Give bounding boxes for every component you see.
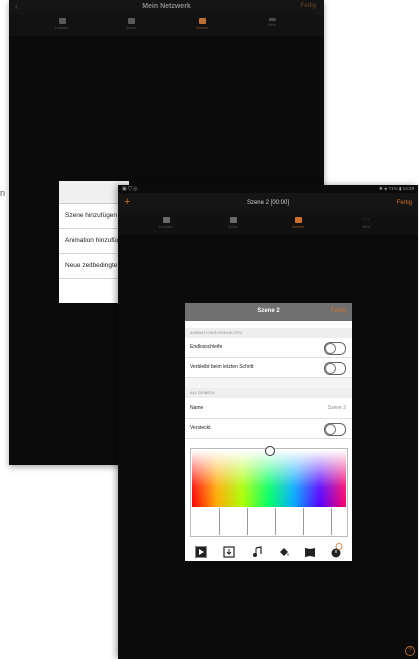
front-title: Szene 2 [00:00]: [246, 200, 290, 206]
front-tab-label: Szene: [228, 225, 238, 229]
status-right-info: ✱ ◈ 71% ▮ 14:29: [379, 186, 414, 191]
front-done-button[interactable]: Fertig: [397, 200, 412, 206]
book-icon[interactable]: [304, 546, 316, 558]
row-stay-last-step: Verbleibt beim letzten Schritt: [185, 358, 352, 378]
front-tab-szene[interactable]: Szene: [198, 217, 268, 229]
scenes-icon: [198, 18, 206, 24]
back-tab-label: Mehr: [268, 23, 276, 27]
status-left-icons: ▣ ⛉ ◎: [122, 186, 138, 192]
section-header-general: ALLGEMEIN: [185, 388, 352, 398]
row-loop: Endlosschleife: [185, 338, 352, 358]
front-tab-szenen[interactable]: Szenen: [263, 217, 333, 229]
back-tab-szene[interactable]: Szene: [101, 18, 161, 30]
import-icon[interactable]: [223, 546, 235, 558]
back-tab-bar: Leuchten Szene Szenen Mehr: [9, 14, 324, 36]
color-swatch[interactable]: [304, 508, 332, 535]
back-done-button[interactable]: Fertig: [301, 3, 316, 9]
side-glyph: n: [0, 188, 6, 198]
color-swatch[interactable]: [248, 508, 276, 535]
color-swatch[interactable]: [332, 508, 346, 535]
loop-label: Endlosschleife: [190, 344, 223, 350]
hidden-toggle[interactable]: [324, 423, 346, 436]
timer-icon[interactable]: [329, 543, 343, 558]
color-spectrum[interactable]: [192, 450, 346, 507]
dialog-header: Szene 2 Fertig: [185, 303, 352, 321]
row-name[interactable]: Name Szene 2: [185, 399, 352, 419]
menu-item-label: Szene hinzufügen: [65, 212, 118, 219]
hidden-label: Versteckt: [190, 425, 211, 431]
paint-bucket-icon[interactable]: [278, 546, 290, 558]
back-tab-leuchten[interactable]: Leuchten: [32, 18, 92, 30]
color-swatch[interactable]: [276, 508, 304, 535]
scene-settings-dialog: Szene 2 Fertig ANIMATIONSVERHALTEN Endlo…: [185, 303, 352, 561]
back-tab-mehr[interactable]: Mehr: [242, 18, 302, 27]
color-picker[interactable]: [190, 446, 348, 537]
front-tab-label: Mehr: [362, 225, 370, 229]
front-tab-label: Leuchten: [158, 225, 174, 229]
status-bar: ▣ ⛉ ◎ ✱ ◈ 71% ▮ 14:29: [118, 185, 418, 193]
back-tab-szenen[interactable]: Szenen: [172, 18, 232, 30]
back-tab-label: Szene: [126, 26, 136, 30]
lamp-icon: [58, 18, 66, 24]
more-icon: [268, 18, 276, 21]
front-tab-leuchten[interactable]: Leuchten: [131, 217, 201, 229]
section-header-animation: ANIMATIONSVERHALTEN: [185, 328, 352, 338]
scene-icon: [127, 18, 135, 24]
back-nav-bar: ‹ Mein Netzwerk Fertig: [9, 0, 324, 14]
more-icon: ···: [362, 216, 370, 223]
dialog-done-button[interactable]: Fertig: [331, 308, 346, 314]
section-gap: [185, 378, 352, 388]
scene-icon: [229, 217, 237, 223]
front-tab-mehr[interactable]: ··· Mehr: [331, 216, 401, 229]
color-swatch[interactable]: [192, 508, 220, 535]
dialog-toolbar: [185, 541, 352, 561]
back-tab-label: Leuchten: [54, 26, 70, 30]
front-nav-bar: + Szene 2 [00:00] Fertig: [118, 193, 418, 213]
scenes-icon: [294, 217, 302, 223]
picker-handle[interactable]: [265, 446, 275, 456]
section-label: ALLGEMEIN: [190, 390, 215, 395]
play-icon[interactable]: [195, 546, 207, 558]
color-swatch[interactable]: [220, 508, 248, 535]
help-icon[interactable]: ?: [405, 646, 415, 656]
name-label: Name: [190, 405, 204, 411]
music-icon[interactable]: [251, 546, 263, 558]
row-hidden: Versteckt: [185, 419, 352, 439]
dialog-title: Szene 2: [257, 308, 280, 314]
back-title: Mein Netzwerk: [142, 3, 191, 10]
name-value: Szene 2: [327, 405, 346, 411]
stay-toggle[interactable]: [324, 362, 346, 375]
front-tab-label: Szenen: [292, 225, 304, 229]
lamp-icon: [162, 217, 170, 223]
back-tab-label: Szenen: [196, 26, 208, 30]
loop-toggle[interactable]: [324, 342, 346, 355]
stay-label: Verbleibt beim letzten Schritt: [190, 364, 254, 370]
front-tab-bar: Leuchten Szene Szenen ··· Mehr: [118, 213, 418, 235]
section-label: ANIMATIONSVERHALTEN: [190, 330, 243, 335]
